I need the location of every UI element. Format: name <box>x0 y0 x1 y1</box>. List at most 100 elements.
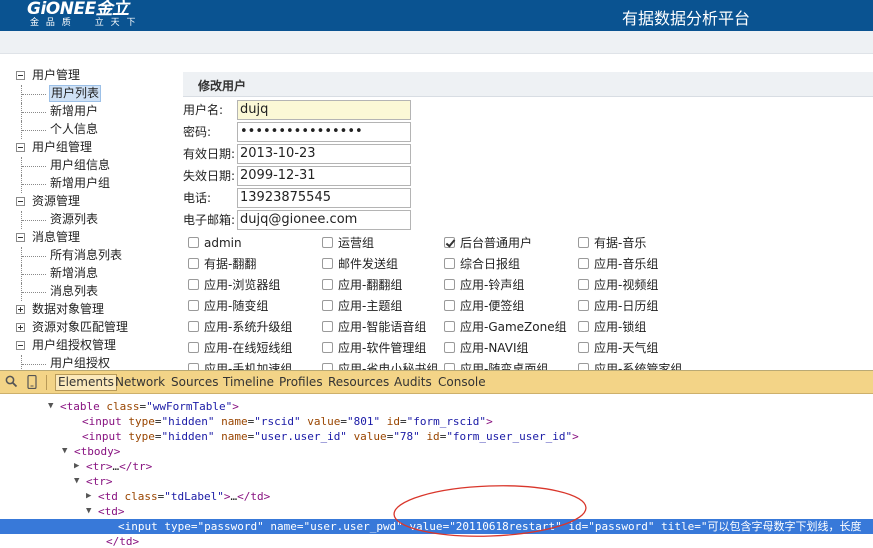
expanded-triangle-icon[interactable]: ▼ <box>48 399 53 414</box>
tree-item[interactable]: 新增用户 <box>0 103 180 121</box>
dom-node-line[interactable]: ▼ <tr> <box>0 474 873 489</box>
form-input[interactable]: •••••••••••••••• <box>237 122 411 142</box>
tree-label: 新增用户组 <box>50 176 111 190</box>
checkbox-unchecked[interactable] <box>322 237 333 248</box>
tree-label: 用户组授权 <box>50 356 111 370</box>
checkbox-unchecked[interactable] <box>444 279 455 290</box>
checkbox-unchecked[interactable] <box>322 342 333 353</box>
checkbox-label: 应用-天气组 <box>594 341 659 355</box>
checkbox-unchecked[interactable] <box>444 342 455 353</box>
collapse-minus-icon[interactable] <box>16 71 25 80</box>
selected-dom-node[interactable]: <input type="password" name="user.user_p… <box>0 519 873 534</box>
dom-node-markup: <tbody> <box>74 444 120 459</box>
tab-console[interactable]: Console <box>438 375 486 390</box>
checkbox-unchecked[interactable] <box>444 300 455 311</box>
tree-branch-line <box>21 157 46 175</box>
form-input[interactable]: dujq <box>237 100 411 120</box>
form-input[interactable]: dujq@gionee.com <box>237 210 411 230</box>
checkbox-unchecked[interactable] <box>322 279 333 290</box>
checkbox-unchecked[interactable] <box>188 342 199 353</box>
dom-node-line[interactable]: ▼ <tbody> <box>0 444 873 459</box>
checkbox-unchecked[interactable] <box>322 300 333 311</box>
checkbox-unchecked[interactable] <box>322 321 333 332</box>
tree-item[interactable]: 个人信息 <box>0 121 180 139</box>
code-token: class <box>106 400 140 413</box>
tab-elements[interactable]: Elements <box>55 374 117 391</box>
collapse-minus-icon[interactable] <box>16 341 25 350</box>
checkbox-unchecked[interactable] <box>188 258 199 269</box>
checkbox-unchecked[interactable] <box>188 279 199 290</box>
expand-plus-icon[interactable] <box>16 305 25 314</box>
device-mode-icon[interactable] <box>27 374 37 392</box>
dom-node-line[interactable]: ▼ <td> <box>0 504 873 519</box>
tab-resources[interactable]: Resources <box>328 375 389 390</box>
tree-item[interactable]: 所有消息列表 <box>0 247 180 265</box>
dom-node-line[interactable]: </td> <box>0 534 873 548</box>
code-token: name <box>270 520 297 533</box>
search-icon[interactable] <box>5 375 18 391</box>
checkbox-checked[interactable] <box>444 237 455 248</box>
checkbox-label: 应用-GameZone组 <box>460 320 567 334</box>
dom-node-line[interactable]: <input type="hidden" name="rscid" value=… <box>0 414 873 429</box>
collapsed-triangle-icon[interactable]: ▶ <box>74 459 79 474</box>
tree-item[interactable]: 新增用户组 <box>0 175 180 193</box>
tree-label: 数据对象管理 <box>32 302 105 316</box>
checkbox-unchecked[interactable] <box>578 279 589 290</box>
tree-folder[interactable]: 资源管理 <box>0 193 180 211</box>
checkbox-unchecked[interactable] <box>578 300 589 311</box>
tree-folder[interactable]: 消息管理 <box>0 229 180 247</box>
checkbox-unchecked[interactable] <box>188 321 199 332</box>
tree-folder[interactable]: 用户组授权管理 <box>0 337 180 355</box>
tab-profiles[interactable]: Profiles <box>279 375 323 390</box>
checkbox-unchecked[interactable] <box>444 258 455 269</box>
checkbox-unchecked[interactable] <box>188 237 199 248</box>
code-token: value <box>353 430 387 443</box>
collapse-minus-icon[interactable] <box>16 143 25 152</box>
tree-branch-line <box>21 211 46 229</box>
tree-folder[interactable]: 用户组管理 <box>0 139 180 157</box>
dom-node-line[interactable]: ▶ <td class="tdLabel">…</td> <box>0 489 873 504</box>
checkbox-label: 应用-系统升级组 <box>204 320 293 334</box>
tree-item[interactable]: 新增消息 <box>0 265 180 283</box>
expanded-triangle-icon[interactable]: ▼ <box>62 444 67 459</box>
checkbox-unchecked[interactable] <box>578 237 589 248</box>
dom-node-line[interactable]: <input type="hidden" name="user.user_id"… <box>0 429 873 444</box>
tree-item[interactable]: 用户组信息 <box>0 157 180 175</box>
checkbox-label: 邮件发送组 <box>338 257 399 271</box>
tree-item[interactable]: 用户组授权 <box>0 355 180 370</box>
checkbox-unchecked[interactable] <box>578 342 589 353</box>
tree-item[interactable]: 资源列表 <box>0 211 180 229</box>
checkbox-unchecked[interactable] <box>578 258 589 269</box>
dom-node-line[interactable]: ▶ <tr>…</tr> <box>0 459 873 474</box>
form-input[interactable]: 2013-10-23 <box>237 144 411 164</box>
expanded-triangle-icon[interactable]: ▼ <box>86 504 91 519</box>
checkbox-unchecked[interactable] <box>578 321 589 332</box>
form-input[interactable]: 2099-12-31 <box>237 166 411 186</box>
tab-sources[interactable]: Sources <box>171 375 218 390</box>
expand-plus-icon[interactable] <box>16 323 25 332</box>
checkbox-label: 应用-软件管理组 <box>338 341 427 355</box>
collapse-minus-icon[interactable] <box>16 197 25 206</box>
gionee-logo[interactable]: GiONEE金立 <box>27 0 129 18</box>
tree-item[interactable]: 用户列表 <box>0 85 180 103</box>
tab-timeline[interactable]: Timeline <box>223 375 274 390</box>
checkbox-label: 有据-翻翻 <box>204 257 257 271</box>
collapse-minus-icon[interactable] <box>16 233 25 242</box>
tree-item[interactable]: 消息列表 <box>0 283 180 301</box>
form-input[interactable]: 13923875545 <box>237 188 411 208</box>
checkbox-unchecked[interactable] <box>322 258 333 269</box>
tree-folder[interactable]: 资源对象匹配管理 <box>0 319 180 337</box>
tree-folder[interactable]: 用户管理 <box>0 67 180 85</box>
dom-node-markup: <table class="wwFormTable"> <box>60 399 239 414</box>
dom-node-markup: <td> <box>98 504 125 519</box>
tab-audits[interactable]: Audits <box>394 375 432 390</box>
code-token: = <box>694 520 701 533</box>
field-label: 电子邮箱: <box>183 213 236 227</box>
tree-folder[interactable]: 数据对象管理 <box>0 301 180 319</box>
collapsed-triangle-icon[interactable]: ▶ <box>86 489 91 504</box>
checkbox-unchecked[interactable] <box>188 300 199 311</box>
checkbox-unchecked[interactable] <box>444 321 455 332</box>
dom-node-line[interactable]: ▼ <table class="wwFormTable"> <box>0 399 873 414</box>
expanded-triangle-icon[interactable]: ▼ <box>74 474 79 489</box>
tab-network[interactable]: Network <box>115 375 165 390</box>
